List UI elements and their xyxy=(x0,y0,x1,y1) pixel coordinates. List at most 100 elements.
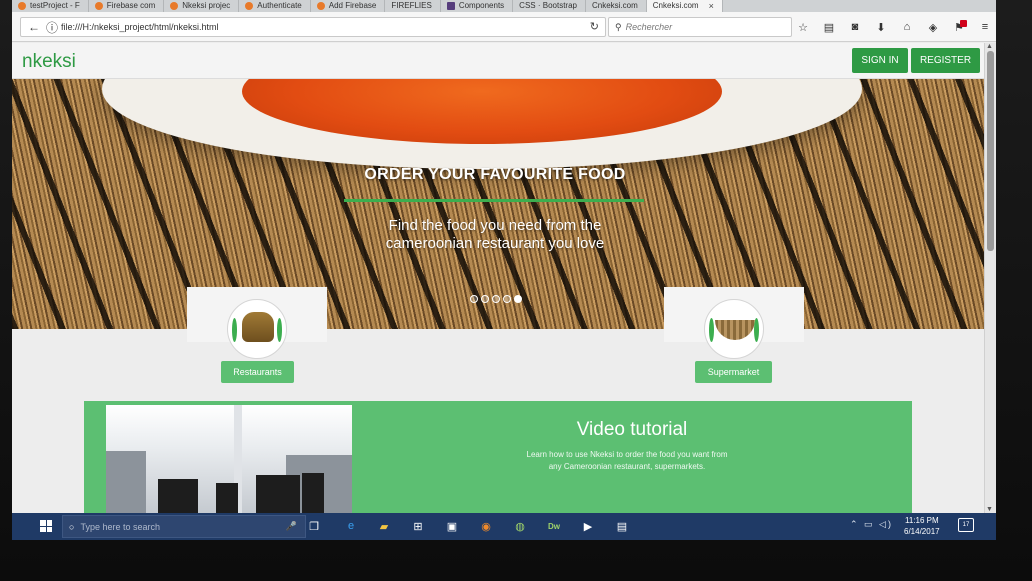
food-pot-icon xyxy=(227,299,287,359)
tab-label: Nkeksi projec xyxy=(182,1,231,10)
notification-count: 17 xyxy=(962,522,970,528)
monitor-shape xyxy=(302,473,324,513)
close-icon[interactable]: × xyxy=(709,0,714,12)
video-description: Learn how to use Nkeksi to order the foo… xyxy=(526,450,728,471)
carousel-indicators xyxy=(470,295,522,303)
browser-tab[interactable]: Nkeksi projec xyxy=(164,0,240,12)
tab-label: Components xyxy=(458,1,505,10)
reading-list-icon[interactable]: ▤ xyxy=(818,17,840,37)
monitor-shape xyxy=(216,483,238,513)
leaf-icon xyxy=(277,318,282,342)
basket-shape xyxy=(715,320,755,340)
clock-time: 11:16 PM xyxy=(904,516,939,525)
tab-label: Add Firebase xyxy=(328,1,377,10)
video-thumbnail[interactable] xyxy=(106,405,352,513)
browser-tab[interactable]: Firebase com xyxy=(89,0,165,12)
shelf-shape xyxy=(106,451,146,513)
info-icon[interactable]: ⓘ xyxy=(43,18,61,36)
tab-label: Cnkeksi.com xyxy=(591,1,638,10)
screen: testProject - F Firebase com Nkeksi proj… xyxy=(12,0,996,540)
addon-icon[interactable]: ⚑ xyxy=(948,17,970,37)
site-header: nkeksi SIGN IN REGISTER xyxy=(12,43,984,79)
hero-subtitle: Find the food you need from the cameroon… xyxy=(12,217,978,253)
register-button[interactable]: REGISTER xyxy=(911,48,980,73)
supermarket-button[interactable]: Supermarket xyxy=(695,361,772,383)
bootstrap-tab-icon xyxy=(446,2,455,10)
browser-toolbar-icons: ☆ ▤ ◙ ⬇ ⌂ ◈ ⚑ ≡ xyxy=(792,17,996,37)
leaf-icon xyxy=(232,318,237,342)
search-placeholder: Rechercher xyxy=(625,22,673,32)
carousel-dot[interactable] xyxy=(481,295,489,303)
pot-shape xyxy=(242,312,274,342)
app-icon[interactable]: ▶ xyxy=(578,516,598,536)
hero-subtitle-line: cameroonian restaurant you love xyxy=(385,235,605,252)
firefox-icon[interactable]: ◉ xyxy=(476,516,496,536)
monitor-shape xyxy=(158,479,198,513)
restaurants-button[interactable]: Restaurants xyxy=(221,361,294,383)
monitor-shape xyxy=(256,475,300,513)
page-scrollbar[interactable]: ▲ ▼ xyxy=(984,43,996,513)
microphone-icon[interactable]: 🎤 xyxy=(286,521,297,532)
carousel-dot-active[interactable] xyxy=(514,295,522,303)
back-arrow-icon[interactable]: ← xyxy=(25,18,43,36)
search-icon: ⚲ xyxy=(615,21,622,32)
taskbar-clock[interactable]: 11:16 PM 6/14/2017 xyxy=(904,515,940,537)
home-icon[interactable]: ⌂ xyxy=(896,17,918,37)
pocket-icon[interactable]: ◙ xyxy=(844,17,866,37)
download-icon[interactable]: ⬇ xyxy=(870,17,892,37)
page-content: nkeksi SIGN IN REGISTER ORDER YOUR FAVOU… xyxy=(12,43,984,513)
hero-divider xyxy=(344,199,644,202)
extension-icon[interactable]: ◈ xyxy=(922,17,944,37)
browser-tab[interactable]: Components xyxy=(441,0,514,12)
notification-center-icon[interactable]: 17 xyxy=(958,518,974,532)
edge-icon[interactable]: e xyxy=(341,516,361,536)
carousel-dot[interactable] xyxy=(492,295,500,303)
task-view-icon[interactable]: ❐ xyxy=(304,516,324,536)
firebase-tab-icon xyxy=(170,2,179,10)
browser-tab[interactable]: Cnkeksi.com xyxy=(586,0,647,12)
tab-label: Firebase com xyxy=(106,1,156,10)
video-tutorial-section: Video tutorial Learn how to use Nkeksi t… xyxy=(84,401,912,513)
scroll-up-icon[interactable]: ▲ xyxy=(986,43,993,50)
taskbar-search-box[interactable]: ○ Type here to search 🎤 xyxy=(62,515,306,538)
scroll-down-icon[interactable]: ▼ xyxy=(986,506,993,513)
site-brand[interactable]: nkeksi xyxy=(22,51,76,73)
addon-badge-icon xyxy=(959,19,967,27)
sign-in-button[interactable]: SIGN IN xyxy=(852,48,908,73)
carousel-dot[interactable] xyxy=(503,295,511,303)
carousel-dot[interactable] xyxy=(470,295,478,303)
browser-tab[interactable]: testProject - F xyxy=(12,0,89,12)
windows-start-icon[interactable] xyxy=(40,520,52,532)
tab-label: FIREFLIES xyxy=(391,1,432,10)
browser-tab[interactable]: CSS · Bootstrap xyxy=(513,0,586,12)
tab-label: CSS · Bootstrap xyxy=(519,1,577,10)
windows-taskbar: ○ Type here to search 🎤 ❐ e ▰ ⊞ ▣ ◉ ◍ Dw… xyxy=(12,513,996,540)
browser-tab[interactable]: FIREFLIES xyxy=(385,0,441,12)
file-explorer-icon[interactable]: ▰ xyxy=(374,516,394,536)
app-icon[interactable]: ▤ xyxy=(612,516,632,536)
browser-navbar: ← ⓘ file:///H:/nkeksi_project/html/nkeks… xyxy=(12,12,996,42)
browser-tab-active[interactable]: Cnkeksi.com × xyxy=(646,0,723,12)
dreamweaver-icon[interactable]: Dw xyxy=(544,516,564,536)
tab-label: Cnkeksi.com xyxy=(652,1,699,10)
leaf-icon xyxy=(754,318,759,342)
system-tray-icons[interactable]: ⌃ ▭ ◁) xyxy=(850,519,893,530)
firebase-tab-icon xyxy=(94,2,103,10)
app-icon[interactable]: ◍ xyxy=(510,516,530,536)
bookmark-star-icon[interactable]: ☆ xyxy=(792,17,814,37)
browser-search-field[interactable]: ⚲ Rechercher xyxy=(608,17,792,37)
browser-tab[interactable]: Authenticate xyxy=(239,0,311,12)
menu-icon[interactable]: ≡ xyxy=(974,17,996,37)
app-icon[interactable]: ▣ xyxy=(442,516,462,536)
browser-tab-strip: testProject - F Firebase com Nkeksi proj… xyxy=(12,0,996,12)
hero-subtitle-line: Find the food you need from the xyxy=(388,217,602,234)
tab-label: testProject - F xyxy=(30,1,80,10)
tab-label: Authenticate xyxy=(257,1,302,10)
firebase-tab-icon xyxy=(316,2,325,10)
firebase-tab-icon xyxy=(245,2,254,10)
store-icon[interactable]: ⊞ xyxy=(408,516,428,536)
url-bar[interactable]: ← ⓘ file:///H:/nkeksi_project/html/nkeks… xyxy=(20,17,606,37)
reload-icon[interactable]: ↻ xyxy=(590,20,599,33)
scrollbar-thumb[interactable] xyxy=(987,51,994,251)
browser-tab[interactable]: Add Firebase xyxy=(311,0,386,12)
